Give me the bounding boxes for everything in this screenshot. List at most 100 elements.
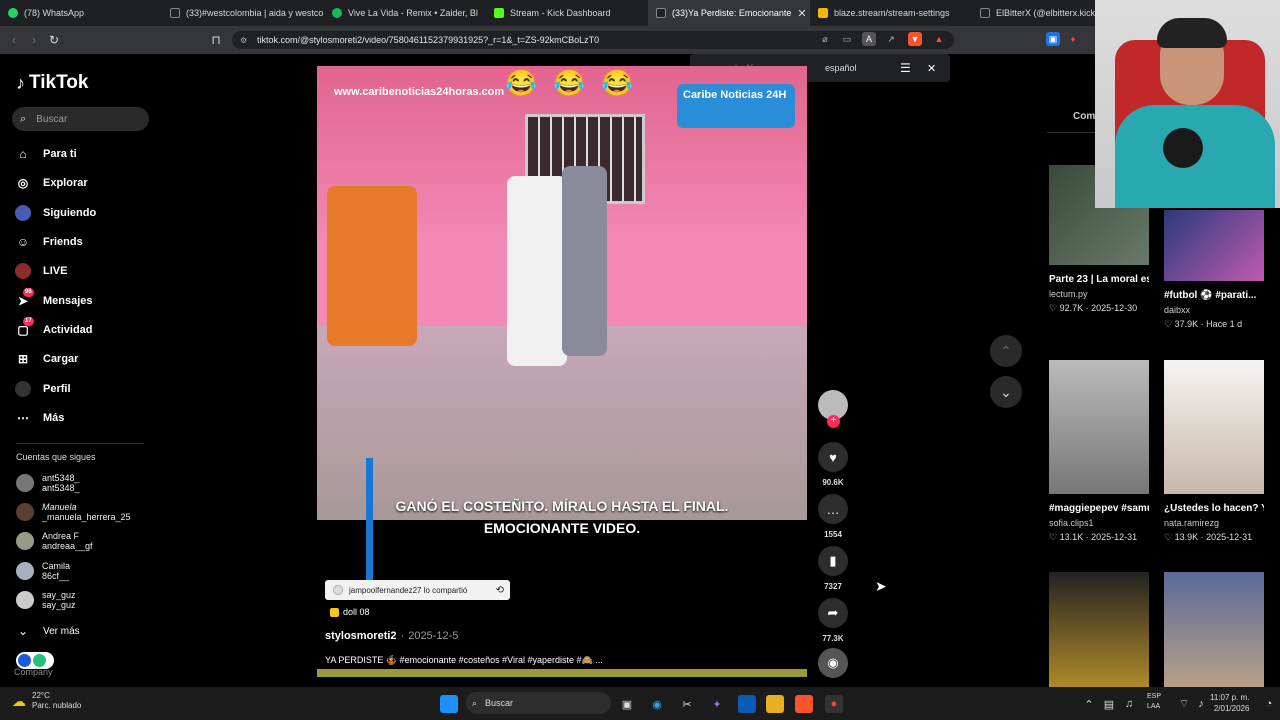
browser-tab[interactable]: (78) WhatsApp [0,0,162,26]
nav-perfil[interactable]: Perfil [15,378,155,400]
nav-live[interactable]: LIVE [15,260,155,282]
save-button[interactable]: ▮ 7327 [818,546,848,591]
weather-icon: ☁ [12,692,26,709]
reload-icon[interactable]: ↻ [44,33,64,47]
wifi-icon[interactable]: ⌔ [1175,695,1193,713]
search-icon: ⌕ [472,697,478,708]
store-icon[interactable] [738,695,756,713]
browser-tab[interactable]: blaze.stream/stream-settings [810,0,972,26]
previous-video-button[interactable]: ⌃ [990,335,1022,367]
panel-tab-header[interactable]: Com [1073,111,1095,122]
extension-icon[interactable]: ♦ [1066,32,1080,46]
tray-chevron-icon[interactable]: ⌃ [1080,695,1098,713]
language-indicator[interactable]: ESP LAA [1147,692,1161,712]
next-video-button[interactable]: ⌄ [990,376,1022,408]
follow-plus-icon[interactable]: + [827,415,840,428]
microphone-icon[interactable]: ♫ [1120,695,1138,713]
close-icon[interactable]: ✕ [927,62,936,75]
cast-icon[interactable]: ▭ [840,32,854,46]
video-caption-line-1: GANÓ EL COSTEÑITO. MÍRALO HASTA EL FINAL… [395,498,729,514]
video-card[interactable] [1164,572,1264,687]
browser-tab[interactable]: Stream - Kick Dashboard [486,0,648,26]
bookmark-icon[interactable]: ⊓ [206,33,226,47]
author-avatar-button[interactable]: + [818,390,848,428]
microphone [1163,128,1203,168]
notification-icon[interactable]: ◔ [1260,695,1278,713]
kick-icon [494,8,504,18]
author-link[interactable]: stylosmoreti2 [325,630,397,642]
brave-rewards-icon[interactable]: ▲ [932,32,946,46]
nav-actividad[interactable]: ▢ 17 Actividad [15,317,155,341]
followed-account[interactable]: Andrea Fandreaa__gf [16,529,156,553]
tiktok-icon [980,8,990,18]
file-explorer-icon[interactable] [766,695,784,713]
nav-siguiendo[interactable]: Siguiendo [15,202,155,224]
nav-mensajes[interactable]: ➤ 96 Mensajes [15,288,155,312]
tiktok-logo[interactable]: ♪ TikTok [16,72,88,94]
repost-icon[interactable]: ⟲ [496,585,504,596]
nav-mas[interactable]: ⋯ Más [15,407,155,429]
weather-widget[interactable]: ☁ 22°C Parc. nublado [12,691,81,711]
tray-app-icon[interactable]: ▤ [1100,695,1118,713]
volume-icon[interactable]: ♪ [1192,695,1210,713]
back-icon[interactable]: ‹ [4,33,24,47]
nav-explorar[interactable]: ◎ Explorar [15,172,155,194]
video-card[interactable] [1049,572,1149,687]
windows-start-icon[interactable] [440,695,458,713]
taskbar-search[interactable]: ⌕ Buscar [466,692,611,714]
channel-logo: Caribe Noticias 24H [677,84,795,128]
share-button[interactable]: ➦ 77.3K [818,598,848,643]
activity-icon: ▢ 17 [17,317,34,337]
browser-tab-active[interactable]: (33)Ya Perdiste: Emocionante ✕ [648,0,810,26]
menu-icon[interactable]: ☰ [900,61,911,75]
more-icon: ⋯ [17,411,29,425]
avatar [16,562,34,580]
followed-account[interactable]: Manuela _manuela_herrera_25 [16,500,156,524]
brave-browser-icon[interactable] [795,695,813,713]
heart-outline-icon: ♡ [1049,532,1058,542]
followed-account[interactable]: say_guz say_guz [16,588,156,612]
avatar [16,474,34,492]
sound-disc-button[interactable]: ◉ [818,648,848,678]
video-description[interactable]: YA PERDISTE 🤹 #emocionante #costeños #Vi… [325,655,603,666]
followed-account[interactable]: Camila 86cf__ [16,559,156,583]
video-player[interactable]: www.caribenoticias24horas.com 😂 😂 😂 Cari… [317,66,807,520]
nav-para-ti[interactable]: ⌂ Para ti [15,143,155,165]
video-card[interactable]: ¿Ustedes lo hacen? Y si sí ¿q... nata.ra… [1164,360,1264,543]
snipping-tool-icon[interactable]: ✂ [678,695,696,713]
avatar [16,503,34,521]
close-tab-icon[interactable]: ✕ [797,7,806,20]
video-thumbnail [1164,360,1264,494]
brave-shield-icon[interactable]: ▼ [908,32,922,46]
site-info-icon[interactable]: ⚙ [240,36,247,45]
followed-account[interactable]: ant5348_ ant5348_ [16,471,156,495]
forward-icon[interactable]: › [24,33,44,47]
like-button[interactable]: ♥ 90.6K [818,442,848,487]
avatar [333,585,343,595]
task-view-icon[interactable]: ▣ [618,695,636,713]
lang-spanish-tab[interactable]: español [825,63,857,73]
video-card[interactable]: #maggiepepev #samulx #westc... sofia.cli… [1049,360,1149,543]
browser-tab[interactable]: Vive La Vida - Remix • Zaider, Bl [324,0,486,26]
search-input[interactable]: ⌕ Buscar [12,107,149,131]
extension-icon[interactable]: ▣ [1046,32,1060,46]
eye-off-icon[interactable]: ⌀ [818,32,832,46]
share-icon[interactable]: ↗ [884,32,898,46]
friends-icon: ☺ [16,235,30,249]
video-progress-bar[interactable] [317,669,807,677]
nav-cargar[interactable]: ⊞ Cargar [15,348,155,370]
video-card[interactable]: #futbol ⚽ #parati... daibxx ♡ 37.9K · Ha… [1164,210,1264,330]
comment-button[interactable]: … 1554 [818,494,848,539]
obs-icon[interactable]: ● [825,695,843,713]
translate-icon[interactable]: A [862,32,876,46]
copilot-icon[interactable]: ✦ [708,695,726,713]
shared-by-chip[interactable]: jampoolfernandez27 lo compartió ⟲ [325,580,510,600]
edge-icon[interactable]: ◉ [648,695,666,713]
company-link[interactable]: Company [14,667,53,677]
sound-tag[interactable]: doll 08 [330,607,370,617]
nav-friends[interactable]: ☺ Friends [15,231,155,253]
see-more-button[interactable]: ⌄ Ver más [15,620,155,642]
streamer-hair [1157,18,1227,48]
browser-tab[interactable]: (33)#westcolombia | aida y westcol | [162,0,324,26]
clock[interactable]: 11:07 p. m. 2/01/2026 [1210,692,1249,714]
